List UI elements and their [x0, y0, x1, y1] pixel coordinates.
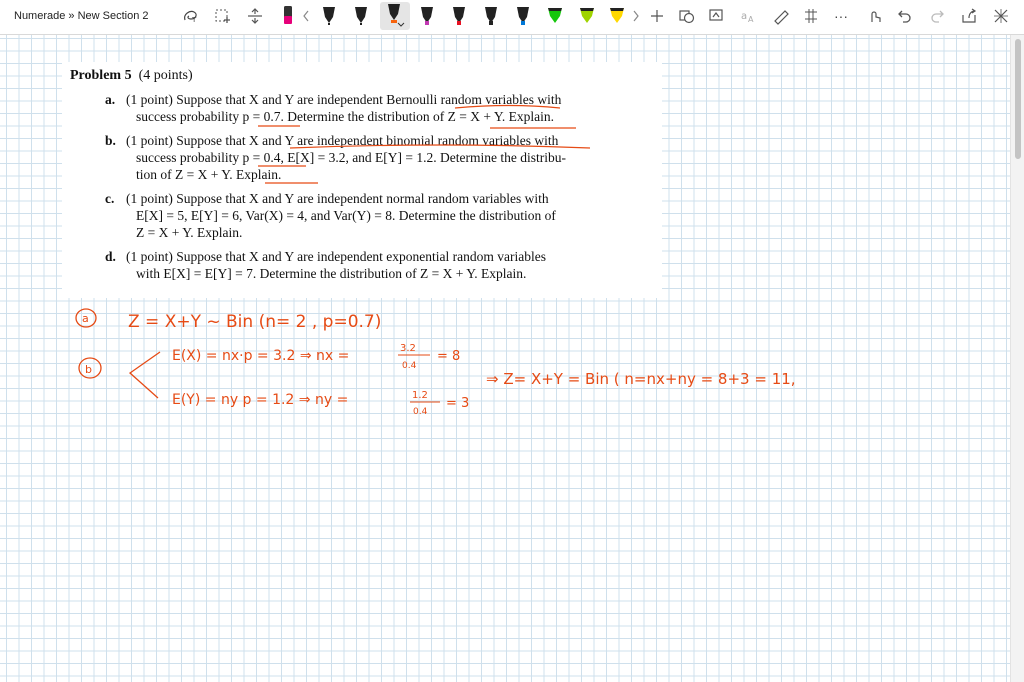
underline-bernoulli [454, 104, 561, 109]
ink-frac-b1-num: 3.2 [400, 343, 416, 354]
scrollbar-thumb[interactable] [1015, 39, 1021, 159]
ink-layer[interactable]: a Z = X+Y ~ Bin (n= 2 , p=0.7) b E(X) = … [0, 0, 1010, 682]
ink-line-b1: E(X) = nx·p = 3.2 ⇒ nx = [172, 348, 349, 364]
ink-frac-b2-num: 1.2 [412, 390, 428, 401]
ink-frac-b2-den: 0.4 [413, 407, 428, 417]
ink-line-b2: E(Y) = ny p = 1.2 ⇒ ny = [172, 392, 348, 408]
ink-brace-b [128, 351, 161, 399]
ink-label-a: a [82, 312, 89, 325]
ink-underlines [258, 104, 591, 184]
vertical-scrollbar[interactable] [1010, 35, 1024, 682]
ink-label-b: b [85, 363, 92, 376]
ink-frac-b1-res: = 8 [437, 349, 460, 364]
ink-frac-b1-den: 0.4 [402, 361, 417, 371]
ink-line-b3: ⇒ Z= X+Y = Bin ( n=nx+ny = 8+3 = 11, [486, 370, 796, 388]
ink-line-a: Z = X+Y ~ Bin (n= 2 , p=0.7) [128, 312, 381, 332]
underline-binomial [289, 144, 591, 149]
ink-frac-b2-res: = 3 [446, 396, 469, 411]
